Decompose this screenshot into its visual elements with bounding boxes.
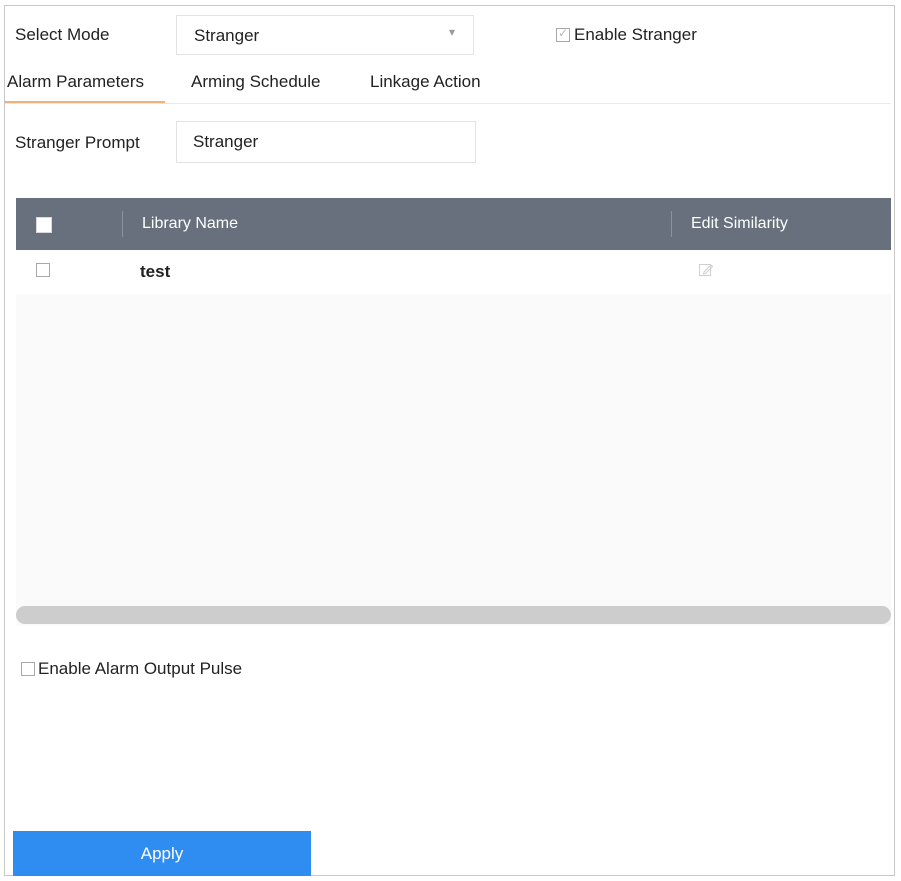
library-table: Library Name Edit Similarity test: [16, 198, 891, 626]
column-separator: [671, 211, 672, 237]
enable-alarm-output-label: Enable Alarm Output Pulse: [38, 659, 243, 678]
tabs-divider: [5, 103, 891, 104]
row-checkbox[interactable]: [36, 263, 50, 277]
library-name-cell: test: [140, 262, 171, 281]
stranger-prompt-label: Stranger Prompt: [15, 133, 140, 152]
enable-alarm-output-checkbox[interactable]: [21, 662, 35, 676]
chevron-down-icon: ▾: [448, 25, 455, 39]
horizontal-scrollbar[interactable]: [16, 606, 891, 624]
edit-icon[interactable]: [698, 262, 714, 278]
column-header-library-name: Library Name: [142, 215, 239, 232]
column-header-edit-similarity: Edit Similarity: [691, 215, 788, 232]
select-mode-dropdown[interactable]: Stranger ▾: [176, 15, 474, 55]
select-all-checkbox[interactable]: [36, 217, 52, 233]
select-mode-value: Stranger: [194, 26, 260, 45]
table-header: Library Name Edit Similarity: [16, 198, 891, 250]
column-separator: [122, 211, 123, 237]
enable-stranger-label: Enable Stranger: [574, 25, 697, 44]
stranger-prompt-field[interactable]: [176, 121, 476, 163]
tab-arming-schedule[interactable]: Arming Schedule: [191, 72, 320, 92]
enable-stranger-checkbox[interactable]: [556, 26, 570, 42]
table-row[interactable]: test: [16, 250, 891, 294]
stranger-prompt-input[interactable]: [193, 132, 453, 152]
tab-alarm-parameters[interactable]: Alarm Parameters: [7, 72, 144, 92]
select-mode-label: Select Mode: [15, 25, 110, 44]
apply-button[interactable]: Apply: [13, 831, 311, 876]
tab-linkage-action[interactable]: Linkage Action: [370, 72, 481, 92]
